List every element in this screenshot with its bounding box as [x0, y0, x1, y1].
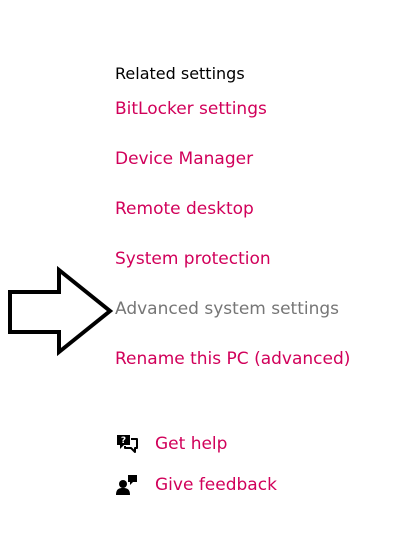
device-manager-link[interactable]: Device Manager — [115, 149, 253, 169]
advanced-system-settings-link[interactable]: Advanced system settings — [115, 299, 339, 319]
feedback-person-icon — [116, 475, 137, 495]
give-feedback-label: Give feedback — [155, 475, 277, 495]
right-arrow-icon — [8, 265, 114, 357]
related-settings-heading: Related settings — [115, 64, 245, 83]
svg-text:?: ? — [121, 436, 126, 446]
system-protection-link[interactable]: System protection — [115, 249, 271, 269]
bitlocker-settings-link[interactable]: BitLocker settings — [115, 99, 267, 119]
get-help-row[interactable]: ? Get help — [115, 432, 227, 456]
give-feedback-row[interactable]: Give feedback — [115, 473, 277, 497]
remote-desktop-link[interactable]: Remote desktop — [115, 199, 254, 219]
rename-pc-advanced-link[interactable]: Rename this PC (advanced) — [115, 349, 350, 369]
get-help-label: Get help — [155, 434, 228, 454]
help-chat-icon: ? — [117, 435, 138, 453]
